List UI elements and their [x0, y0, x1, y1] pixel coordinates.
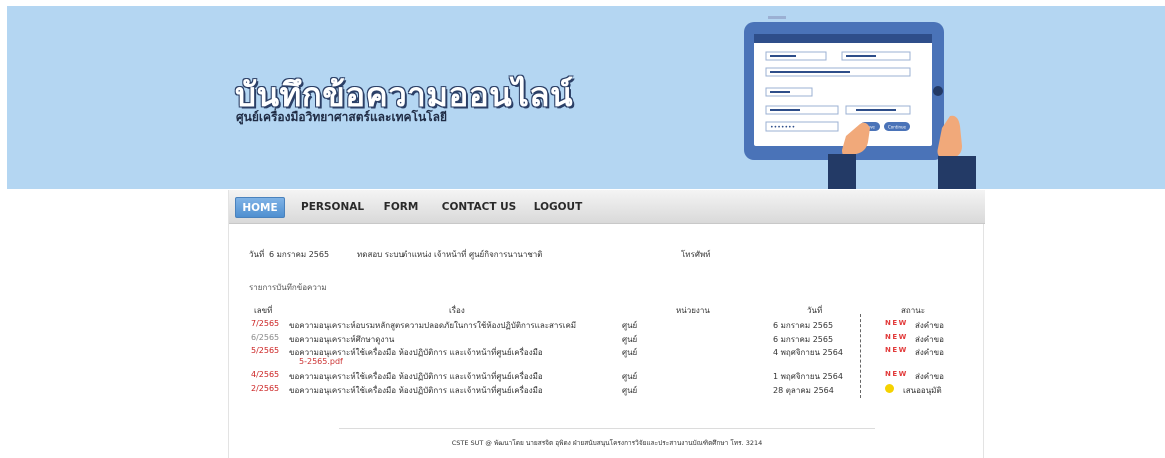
svg-text:•••••••: •••••••	[770, 124, 795, 131]
header-number: เลขที่	[254, 306, 273, 315]
record-department: ศูนย์	[622, 348, 638, 357]
record-date: 6 มกราคม 2565	[773, 321, 834, 330]
current-date: 6 มกราคม 2565	[269, 250, 330, 259]
record-department: ศูนย์	[622, 386, 638, 395]
record-number-link[interactable]: 7/2565	[251, 319, 279, 328]
nav-bar: HOME PERSONAL FORM CONTACT US LOGOUT	[229, 190, 985, 224]
record-subject: ขอความอนุเคราะห์ใช้เครื่องมือ ห้องปฏิบัต…	[289, 386, 543, 395]
record-number-link[interactable]: 2/2565	[251, 384, 279, 393]
record-subject: ขอความอนุเคราะห์อบรมหลักสูตรความปลอดภัยใ…	[289, 321, 577, 330]
record-date: 6 มกราคม 2565	[773, 335, 834, 344]
user-position: ตำแหน่ง เจ้าหน้าที่	[402, 250, 467, 259]
header-date: วันที่	[807, 306, 823, 315]
list-caption: รายการบันทึกข้อความ	[249, 283, 327, 292]
record-department: ศูนย์	[622, 321, 638, 330]
nav-home[interactable]: HOME	[235, 197, 285, 218]
header-department: หน่วยงาน	[676, 306, 710, 315]
pdf-attachment-link[interactable]: 5-2565.pdf	[299, 357, 343, 366]
record-date: 4 พฤศจิกายน 2564	[773, 348, 843, 357]
nav-contact-us[interactable]: CONTACT US	[441, 197, 517, 218]
user-unit: ศูนย์กิจการนานาชาติ	[469, 250, 543, 259]
new-badge: NEW	[885, 333, 908, 341]
site-subtitle: ศูนย์เครื่องมือวิทยาศาสตร์และเทคโนโลยี	[236, 110, 447, 124]
date-label: วันที่	[249, 250, 265, 259]
nav-logout[interactable]: LOGOUT	[533, 197, 583, 218]
record-subject: ขอความอนุเคราะห์ใช้เครื่องมือ ห้องปฏิบัต…	[289, 372, 543, 381]
table-row: 6/2565 ขอความอนุเคราะห์ศึกษาดูงาน ศูนย์ …	[229, 333, 985, 345]
new-badge: NEW	[885, 319, 908, 327]
table-row: 5/2565 ขอความอนุเคราะห์ใช้เครื่องมือ ห้อ…	[229, 346, 985, 370]
record-status: ส่งคำขอ	[915, 348, 944, 357]
footer-divider	[339, 428, 875, 429]
phone-label: โทรศัพท์	[681, 250, 711, 259]
pending-status-dot	[885, 384, 900, 393]
nav-personal[interactable]: PERSONAL	[301, 197, 364, 218]
table-row: 7/2565 ขอความอนุเคราะห์อบรมหลักสูตรความป…	[229, 319, 985, 331]
record-date: 28 ตุลาคม 2564	[773, 386, 834, 395]
table-row: 2/2565 ขอความอนุเคราะห์ใช้เครื่องมือ ห้อ…	[229, 384, 985, 396]
user-name: ทดสอบ ระบบ	[357, 250, 404, 259]
tablet-illustration: ••••••• Save Continue	[744, 16, 976, 189]
nav-form[interactable]: FORM	[383, 197, 419, 218]
record-status: ส่งคำขอ	[915, 372, 944, 381]
record-subject: ขอความอนุเคราะห์ศึกษาดูงาน	[289, 335, 395, 344]
record-number-link[interactable]: 6/2565	[251, 333, 279, 342]
main-content: HOME PERSONAL FORM CONTACT US LOGOUT วัน…	[228, 190, 985, 458]
header-status: สถานะ	[901, 306, 925, 315]
record-department: ศูนย์	[622, 372, 638, 381]
record-department: ศูนย์	[622, 335, 638, 344]
table-row: 4/2565 ขอความอนุเคราะห์ใช้เครื่องมือ ห้อ…	[229, 370, 985, 382]
record-number-link[interactable]: 5/2565	[251, 346, 279, 355]
header-subject: เรื่อง	[449, 306, 465, 315]
new-badge: NEW	[885, 346, 908, 354]
svg-text:Continue: Continue	[888, 125, 907, 130]
footer-credit: CSTE SUT @ พัฒนาโดย นายสรจิต อุพิดง ฝ่าย…	[451, 439, 763, 447]
header-banner: บันทึกข้อความออนไลน์ ศูนย์เครื่องมือวิทย…	[7, 6, 1165, 189]
new-badge: NEW	[885, 370, 908, 378]
record-status: ส่งคำขอ	[915, 335, 944, 344]
record-number-link[interactable]: 4/2565	[251, 370, 279, 379]
record-status: ส่งคำขอ	[915, 321, 944, 330]
record-status: เสนออนุมัติ	[903, 386, 942, 395]
record-date: 1 พฤศจิกายน 2564	[773, 372, 843, 381]
